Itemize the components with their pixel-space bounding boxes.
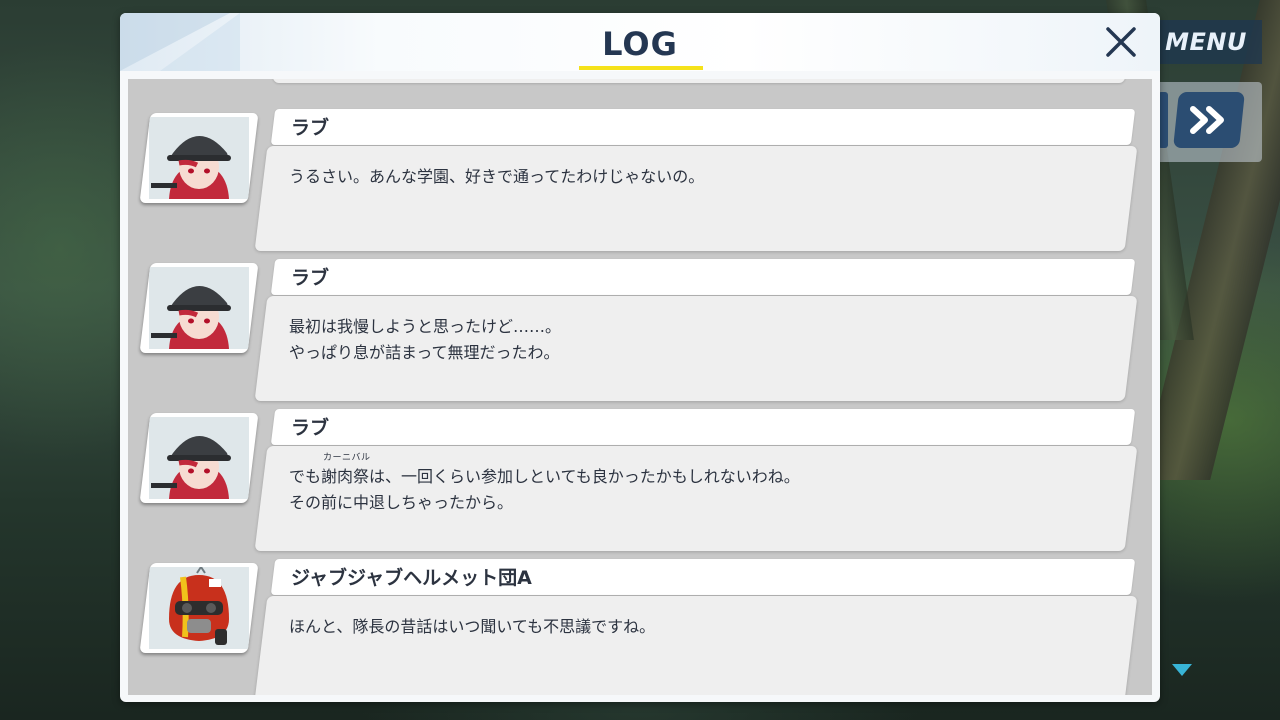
message-line: うるさい。あんな学園、好きで通ってたわけじゃないの。 (289, 167, 705, 186)
ruby-base: 謝肉祭 (321, 467, 370, 486)
speaker-name-bar (270, 109, 1136, 145)
log-title: LOG (602, 25, 678, 63)
close-icon (1106, 27, 1136, 57)
log-entry: ラブ うるさい。あんな学園、好きで通ってたわけじゃないの。 (128, 95, 1152, 251)
close-button[interactable] (1104, 25, 1138, 59)
message-box (254, 596, 1138, 695)
message-line: その前に中退しちゃったから。 (289, 493, 514, 512)
ruby-term: カーニバル 謝肉祭 (321, 453, 370, 487)
menu-button[interactable]: MENU (1150, 20, 1262, 64)
log-dialog: LOG ラブ うるさい。あんな学園、好きで通ってたわけじゃないの。 ラブ 最初は… (120, 13, 1160, 702)
helmet-girl-portrait (149, 117, 249, 199)
log-entry: ジャブジャブヘルメット団A ほんと、隊長の昔話はいつ聞いても不思議ですね。 (128, 545, 1152, 695)
message-line: でも カーニバル謝肉祭は、一回くらい参加しといても良かったかもしれないわね。 (289, 453, 800, 487)
message-line: ほんと、隊長の昔話はいつ聞いても不思議ですね。 (289, 617, 656, 636)
log-entry: ラブ 最初は我慢しようと思ったけど……。 やっぱり息が詰まって無理だったわ。 (128, 245, 1152, 401)
title-underline (579, 66, 703, 70)
message-line: 最初は我慢しようと思ったけど……。 (289, 317, 562, 336)
message-text: は、一回くらい参加しといても良かったかもしれないわね。 (369, 467, 800, 486)
speaker-portrait (139, 113, 259, 203)
helmet-girl-portrait (149, 267, 249, 349)
red-helmet-grunt-portrait (149, 567, 249, 649)
speaker-portrait (139, 563, 259, 653)
log-entry: ラブ でも カーニバル謝肉祭は、一回くらい参加しといても良かったかもしれないわね。… (128, 395, 1152, 551)
message-line: やっぱり息が詰まって無理だったわ。 (289, 343, 560, 362)
speaker-name-bar (270, 259, 1136, 295)
message-box (254, 146, 1138, 251)
speaker-name-bar (270, 409, 1136, 445)
speaker-portrait (139, 263, 259, 353)
speaker-name: ラブ (291, 417, 330, 439)
log-list[interactable]: ラブ うるさい。あんな学園、好きで通ってたわけじゃないの。 ラブ 最初は我慢しよ… (128, 79, 1152, 695)
log-header: LOG (120, 13, 1160, 71)
double-chevron-right-icon (1190, 106, 1224, 134)
triangle-down-icon[interactable] (1172, 664, 1192, 676)
message-text: でも (289, 467, 322, 486)
speaker-name: ラブ (291, 267, 330, 289)
speaker-name: ジャブジャブヘルメット団A (291, 567, 532, 589)
previous-entry-edge (273, 79, 1125, 83)
ruby-annotation: カーニバル (323, 453, 371, 463)
speaker-portrait (139, 413, 259, 503)
speaker-name: ラブ (291, 117, 330, 139)
skip-button[interactable] (1173, 92, 1245, 148)
header-decoration (160, 13, 240, 71)
helmet-girl-portrait (149, 417, 249, 499)
